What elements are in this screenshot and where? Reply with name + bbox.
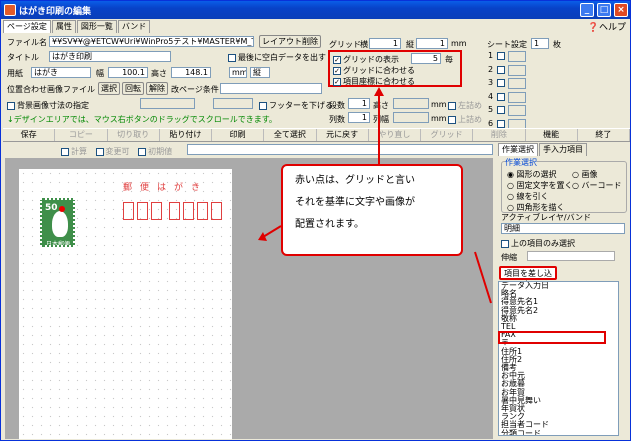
tab-manual-items[interactable]: 手入力項目 [539,143,587,156]
right-tabs: 作業選択 手入力項目 [498,143,588,156]
opt-barcode-label: バーコード [581,181,622,190]
active-layer-select[interactable]: 明細 [501,223,625,234]
zip-field-highlight [498,331,606,344]
field-list-item[interactable]: データ入力日 [501,282,618,290]
opt-select-shape[interactable]: ◉ 図形の選択 [507,169,557,180]
above-only-label: 上の項目のみ選択 [511,239,575,248]
callout-line-1: 赤い点は、グリッドと言い [295,175,415,186]
opt-line-label: 線を引く [516,192,549,201]
stretch-label: 伸縮 [501,253,517,262]
field-list-item[interactable]: 得意先名2 [501,306,618,315]
arrow-left-line [262,225,282,238]
field-list[interactable]: データ入力日 略名 得意先名1 得意先名2 敬称 TEL FAX 〒住所1 住所2 備考 お中元 お歳… [498,281,619,436]
opt-fixed-text-label: 固定文字を置く [516,181,573,190]
opt-select-shape-label: 図形の選択 [516,170,557,179]
opt-barcode[interactable]: ○ バーコード [572,180,622,191]
arrow-right-line [474,251,492,304]
field-list-item[interactable]: 敬称 [501,314,618,323]
field-list-item[interactable]: 住所2 [501,355,618,364]
above-only-checkbox[interactable]: 上の項目のみ選択 [501,238,575,249]
opt-rect-label: 四角形を描く [516,203,565,212]
callout-line-3: 配置されます。 [295,219,364,230]
work-group: 作業選択 ◉ 図形の選択 ○ 画像 ○ 固定文字を置く ○ バーコード ○ 線を… [501,157,627,213]
callout-bubble: 赤い点は、グリッドと言い それを基準に文字や画像が 配置されます。 [281,164,463,256]
field-list-item[interactable]: 分類コード [501,429,618,435]
opt-image-label: 画像 [581,170,598,179]
callout-line-2: それを基準に文字や画像が [295,197,415,208]
edit-window: はがき印刷の編集 _ □ × ページ設定 属性 図形一覧 バンド ❓ヘルプ ファ… [0,0,631,441]
opt-fixed-text[interactable]: ○ 固定文字を置く [507,180,573,191]
opt-line[interactable]: ○ 線を引く [507,191,549,202]
active-layer-label: アクティブレイヤ/バンド [501,213,591,222]
insert-item-button[interactable]: 項目を差し込む [499,266,557,289]
opt-image[interactable]: ○ 画像 [572,169,598,180]
arrow-up-head [374,87,384,96]
tab-work-select[interactable]: 作業選択 [498,143,538,156]
work-group-label: 作業選択 [505,157,537,168]
field-list-item[interactable]: TEL [501,322,618,331]
stretch-slider[interactable] [527,251,615,261]
